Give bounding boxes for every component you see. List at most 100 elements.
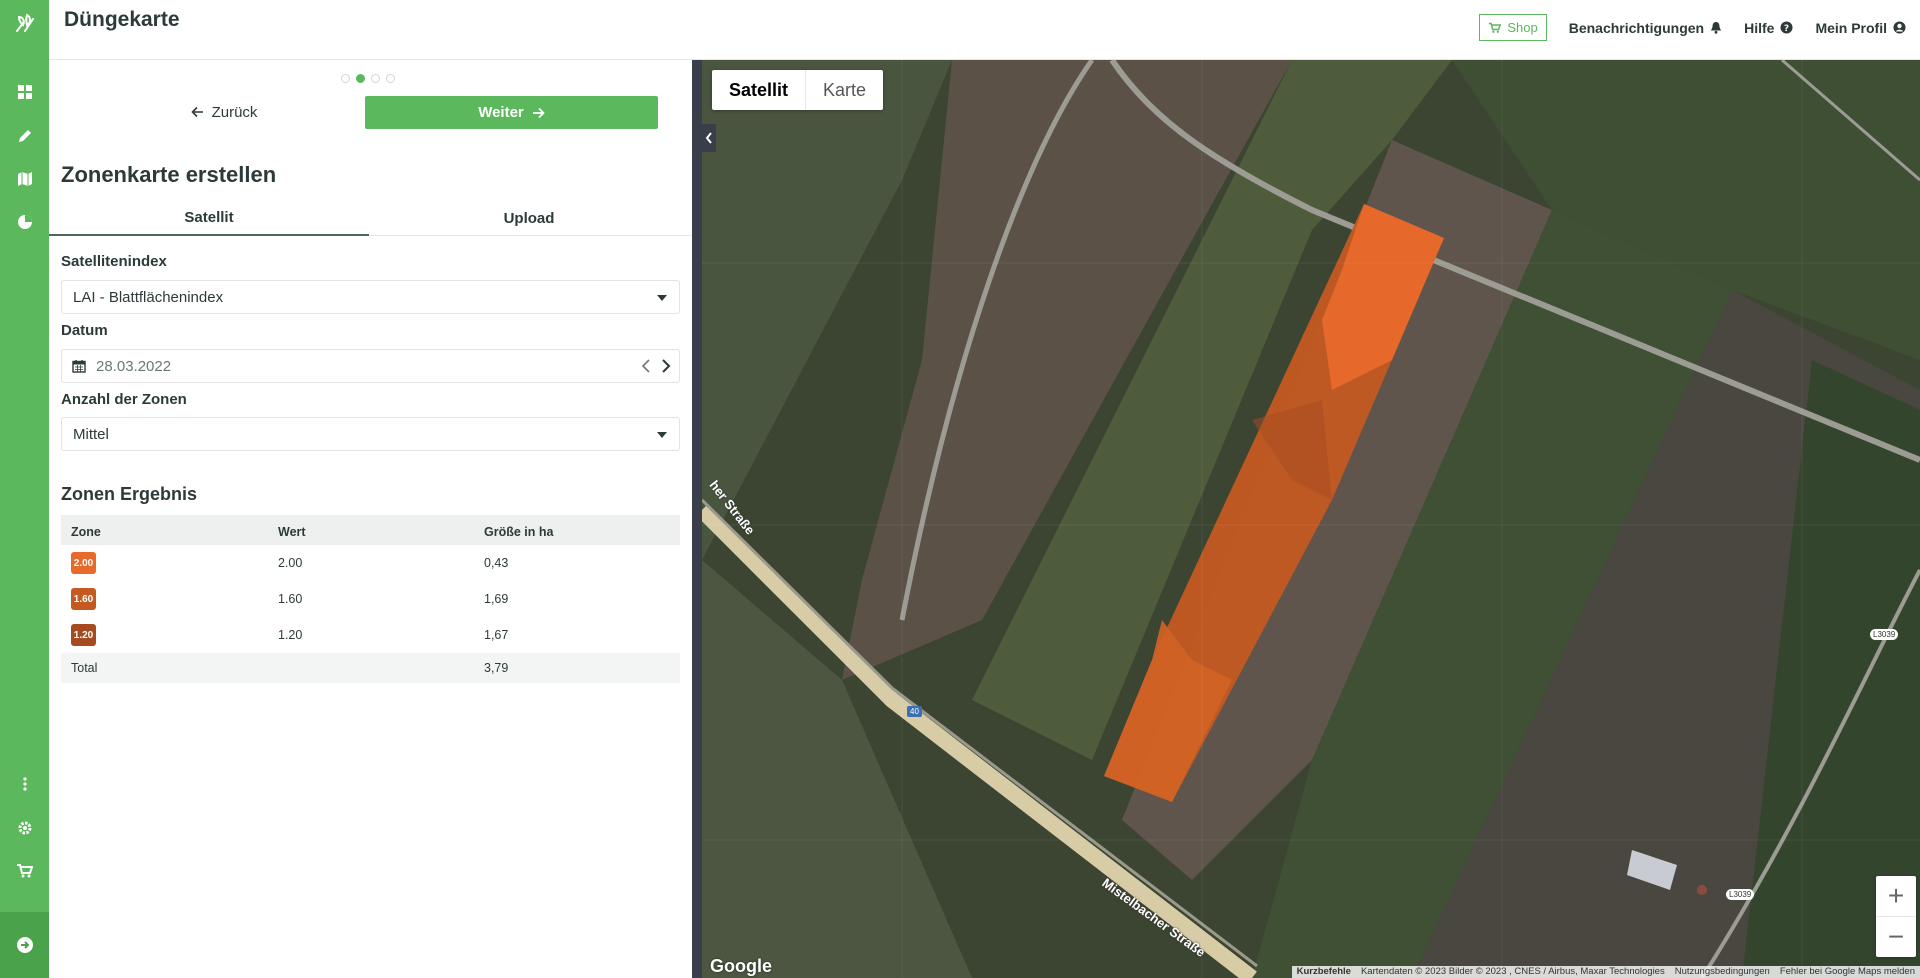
pencil-icon[interactable] [0,116,49,156]
table-row: 1.60 1.60 1,69 [61,581,680,617]
user-circle-icon [1893,21,1906,34]
map-type-control: Satellit Karte [712,70,884,110]
date-label: Datum [61,322,108,339]
map-view[interactable]: her Straße Mistelbacher Straße 40 L3039 … [692,60,1920,978]
top-header: Düngekarte Shop Benachrichtigungen Hilfe… [49,0,1920,60]
zones-label: Anzahl der Zonen [61,391,187,408]
step-dot-active[interactable] [356,74,365,83]
zone-size: 1,69 [484,592,509,606]
notifications-link[interactable]: Benachrichtigungen [1569,20,1722,36]
dashboard-icon[interactable] [0,72,49,112]
report-error-link[interactable]: Fehler bei Google Maps melden [1774,966,1920,978]
zones-value: Mittel [73,425,109,443]
gear-icon[interactable] [0,808,49,848]
caret-down-icon [657,295,667,301]
satellite-imagery [692,60,1920,978]
total-label: Total [71,661,98,675]
zoom-out-button[interactable]: − [1876,916,1916,956]
wizard-step-indicator [341,74,395,83]
next-label: Weiter [478,104,524,121]
zoom-control: + − [1876,876,1916,957]
total-row: Total 3,79 [61,653,680,683]
result-title: Zonen Ergebnis [61,484,198,504]
zone-chip: 2.00 [71,552,96,574]
tab-upload[interactable]: Upload [369,200,689,236]
map-attribution: Kurzbefehle Kartendaten © 2023 Bilder © … [1291,966,1920,978]
arrow-left-icon [190,106,203,118]
header-nav: Shop Benachrichtigungen Hilfe ? Mein Pro… [1479,14,1906,41]
zone-value: 2.00 [278,556,303,570]
question-circle-icon: ? [1780,21,1793,34]
index-select[interactable]: LAI - Blattflächenindex [61,280,680,314]
index-value: LAI - Blattflächenindex [73,288,224,306]
panel-divider[interactable] [692,60,702,978]
profile-label: Mein Profil [1815,19,1887,36]
logout-button[interactable] [0,912,49,978]
cart-icon[interactable] [0,851,49,891]
zone-size: 1,67 [484,628,509,642]
step-dot[interactable] [371,74,380,83]
more-icon[interactable] [0,764,49,804]
pie-chart-icon[interactable] [0,202,49,242]
help-label: Hilfe [1744,19,1775,36]
map-data-credit: Kartendaten © 2023 Bilder © 2023 , CNES … [1355,966,1670,978]
date-value: 28.03.2022 [96,357,172,375]
zone-panel: Zurück Weiter Zonenkarte erstellen Satel… [49,60,692,978]
chevron-left-icon [705,132,712,144]
zoom-in-button[interactable]: + [1876,876,1916,916]
collapse-panel-button[interactable] [702,124,716,152]
source-tabs: Satellit Upload [49,200,692,236]
zone-value: 1.60 [278,592,303,606]
sidebar [0,0,49,978]
maptype-map[interactable]: Karte [805,70,883,110]
back-button[interactable]: Zurück [109,96,339,128]
date-nav [641,358,671,374]
zone-size: 0,43 [484,556,509,570]
caret-down-icon [657,432,667,438]
total-size: 3,79 [484,661,509,675]
step-dot[interactable] [341,74,350,83]
section-title: Zonenkarte erstellen [61,162,277,187]
leaf-logo-icon [15,13,34,32]
map-icon[interactable] [0,159,49,199]
zone-chip: 1.20 [71,624,96,646]
zone-value: 1.20 [278,628,303,642]
result-table: Zone Wert Größe in ha 2.00 2.00 0,43 1.6… [61,515,680,683]
table-row: 1.20 1.20 1,67 [61,617,680,653]
calendar-icon [72,360,86,373]
shortcuts-link[interactable]: Kurzbefehle [1291,966,1356,978]
chevron-right-icon[interactable] [661,358,671,374]
zone-chip: 1.60 [71,588,96,610]
terms-link[interactable]: Nutzungsbedingungen [1669,966,1775,978]
road-badge-l3039: L3039 [1870,629,1899,640]
page-title: Düngekarte [64,8,180,31]
back-label: Zurück [211,103,258,121]
chevron-left-icon[interactable] [641,358,651,374]
cart-icon [1489,22,1502,33]
arrow-right-icon [532,107,545,118]
logout-icon [16,937,33,953]
svg-text:?: ? [1784,24,1789,34]
step-dot[interactable] [386,74,395,83]
profile-link[interactable]: Mein Profil [1815,20,1906,36]
header-zone: Zone [71,525,101,539]
date-field[interactable]: 28.03.2022 [61,349,680,383]
road-badge-l3039: L3039 [1726,889,1755,900]
shop-button[interactable]: Shop [1479,14,1547,41]
app-logo[interactable] [0,0,49,46]
tab-satellit[interactable]: Satellit [49,200,369,236]
index-label: Satellitenindex [61,253,167,270]
table-row: 2.00 2.00 0,43 [61,545,680,581]
bell-icon [1711,22,1722,34]
table-header: Zone Wert Größe in ha [61,515,680,545]
maptype-satellite[interactable]: Satellit [712,70,805,110]
help-link[interactable]: Hilfe ? [1744,20,1793,36]
road-badge: 40 [907,706,922,717]
zones-select[interactable]: Mittel [61,417,680,451]
google-logo: Google [710,956,772,976]
header-size: Größe in ha [484,525,554,539]
header-wert: Wert [278,525,306,539]
shop-label: Shop [1507,20,1538,35]
notifications-label: Benachrichtigungen [1568,19,1705,36]
next-button[interactable]: Weiter [365,96,658,129]
